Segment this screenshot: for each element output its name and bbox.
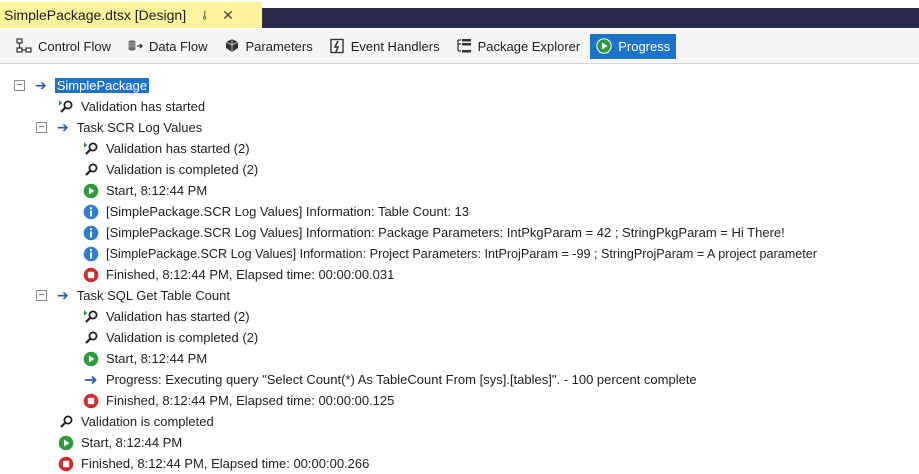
list-item: Validation has started (2)	[83, 306, 250, 327]
parameters-icon	[224, 38, 240, 54]
list-item: Finished, 8:12:44 PM, Elapsed time: 00:0…	[58, 453, 369, 474]
list-item: Start, 8:12:44 PM	[83, 348, 207, 369]
arrow-right-icon: ➔	[35, 77, 47, 93]
data-flow-icon	[127, 38, 143, 54]
pin-icon[interactable]: ⊸	[198, 10, 212, 20]
validation-started-icon	[83, 141, 99, 157]
list-item: Progress: Executing query "Select Count(…	[83, 369, 697, 390]
list-item: Start, 8:12:44 PM	[83, 180, 207, 201]
arrow-right-icon: ➔	[57, 119, 69, 135]
info-icon	[83, 246, 99, 262]
document-tab-bar: SimplePackage.dtsx [Design] ⊸ ✕	[0, 0, 919, 29]
control-flow-icon	[16, 38, 32, 54]
play-icon	[596, 38, 612, 54]
tab-strip	[262, 8, 919, 28]
progress-arrow-icon	[83, 372, 99, 388]
magnifier-icon	[83, 162, 99, 178]
list-item: [SimplePackage.SCR Log Values] Informati…	[83, 201, 469, 222]
list-item: Finished, 8:12:44 PM, Elapsed time: 00:0…	[83, 390, 394, 411]
tab-parameters-label: Parameters	[245, 38, 313, 54]
tree-node-root[interactable]: − ➔ SimplePackage	[14, 75, 150, 96]
task-title: Task SCR Log Values	[76, 120, 203, 135]
document-tab[interactable]: SimplePackage.dtsx [Design] ⊸ ✕	[0, 2, 262, 28]
item-text: Finished, 8:12:44 PM, Elapsed time: 00:0…	[106, 267, 395, 282]
collapse-toggle-icon[interactable]: −	[36, 122, 47, 133]
tab-event-handlers[interactable]: Event Handlers	[323, 34, 446, 59]
item-text: Start, 8:12:44 PM	[106, 351, 208, 366]
start-icon	[83, 183, 99, 199]
item-text: Validation is completed (2)	[106, 330, 259, 345]
tab-parameters[interactable]: Parameters	[218, 34, 319, 59]
tab-event-handlers-label: Event Handlers	[350, 38, 440, 54]
collapse-toggle-icon[interactable]: −	[14, 80, 25, 91]
tab-control-flow[interactable]: Control Flow	[10, 34, 117, 59]
item-text: Validation has started	[81, 99, 206, 114]
item-text: Start, 8:12:44 PM	[81, 435, 183, 450]
tab-package-explorer[interactable]: Package Explorer	[450, 34, 587, 59]
stop-icon	[58, 456, 74, 472]
item-text: [SimplePackage.SCR Log Values] Informati…	[106, 204, 470, 219]
task-title: Task SQL Get Table Count	[76, 288, 230, 303]
list-item: [SimplePackage.SCR Log Values] Informati…	[83, 222, 785, 243]
list-item: Start, 8:12:44 PM	[58, 432, 182, 453]
start-icon	[83, 351, 99, 367]
item-text: Validation has started (2)	[106, 141, 250, 156]
root-package-label[interactable]: SimplePackage	[54, 78, 150, 93]
start-icon	[58, 435, 74, 451]
document-tab-title: SimplePackage.dtsx [Design]	[4, 7, 187, 23]
list-item: Validation has started	[58, 96, 205, 117]
info-icon	[83, 225, 99, 241]
item-text: Validation has started (2)	[106, 309, 250, 324]
list-item: Finished, 8:12:44 PM, Elapsed time: 00:0…	[83, 264, 394, 285]
tab-data-flow[interactable]: Data Flow	[121, 34, 214, 59]
tab-progress-label: Progress	[618, 38, 671, 54]
tab-progress[interactable]: Progress	[590, 33, 677, 59]
list-item: Validation is completed	[58, 411, 214, 432]
magnifier-icon	[83, 330, 99, 346]
validation-started-icon	[83, 309, 99, 325]
item-text: [SimplePackage.SCR Log Values] Informati…	[106, 225, 785, 240]
validation-started-icon	[58, 99, 74, 115]
list-item: Validation is completed (2)	[83, 159, 258, 180]
tab-control-flow-label: Control Flow	[38, 38, 111, 54]
info-icon	[83, 204, 99, 220]
list-item: Validation has started (2)	[83, 138, 250, 159]
item-text: Start, 8:12:44 PM	[106, 183, 208, 198]
event-handlers-icon	[329, 38, 345, 54]
collapse-toggle-icon[interactable]: −	[36, 290, 47, 301]
designer-toolbar: Control Flow Data Flow Parameters Event …	[0, 29, 919, 64]
item-text: Finished, 8:12:44 PM, Elapsed time: 00:0…	[106, 393, 395, 408]
magnifier-icon	[58, 414, 74, 430]
close-icon[interactable]: ✕	[222, 7, 234, 24]
package-explorer-icon	[456, 38, 472, 54]
list-item: [SimplePackage.SCR Log Values] Informati…	[83, 243, 817, 264]
stop-icon	[83, 267, 99, 283]
list-item: Validation is completed (2)	[83, 327, 258, 348]
tree-node-task-sql[interactable]: − ➔ Task SQL Get Table Count	[36, 285, 230, 306]
tree-node-task-scr[interactable]: − ➔ Task SCR Log Values	[36, 117, 202, 138]
item-text: Finished, 8:12:44 PM, Elapsed time: 00:0…	[81, 456, 370, 471]
stop-icon	[83, 393, 99, 409]
arrow-right-icon: ➔	[57, 287, 69, 303]
tab-package-explorer-label: Package Explorer	[477, 38, 581, 54]
item-text: [SimplePackage.SCR Log Values] Informati…	[106, 246, 817, 261]
item-text: Validation is completed (2)	[106, 162, 259, 177]
item-text: Validation is completed	[81, 414, 214, 429]
item-text: Progress: Executing query "Select Count(…	[106, 372, 697, 387]
tab-data-flow-label: Data Flow	[148, 38, 208, 54]
